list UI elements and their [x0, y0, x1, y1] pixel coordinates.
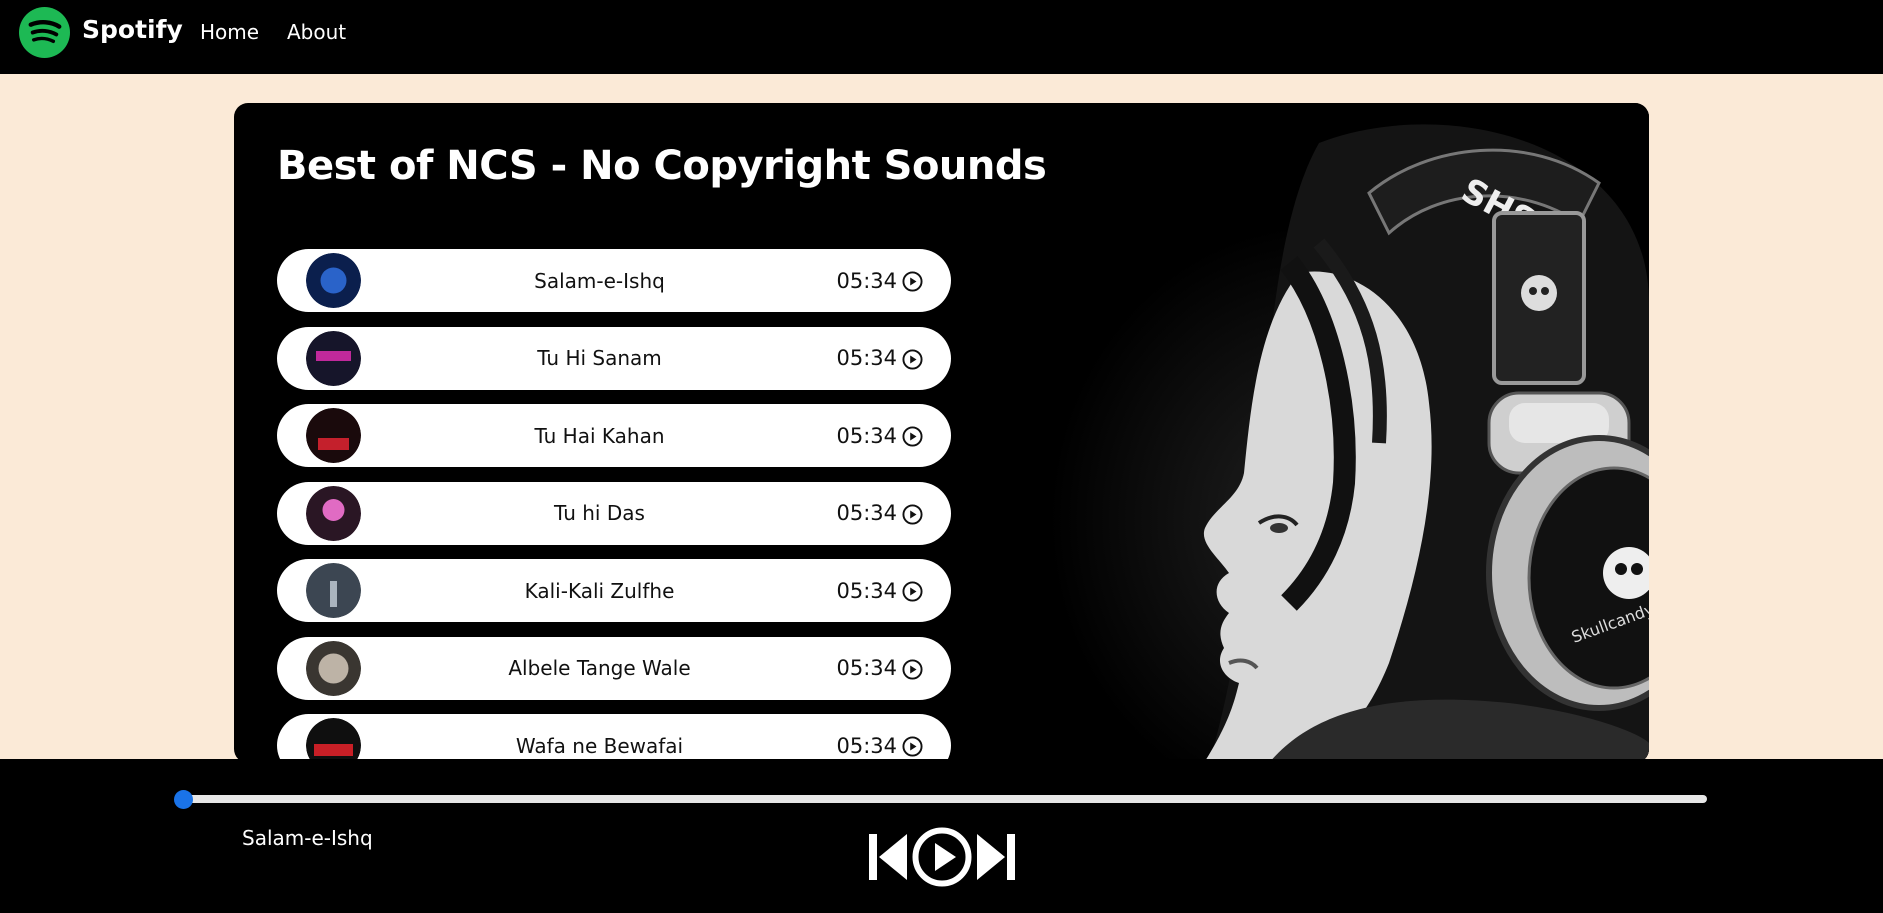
- progress-slider-thumb[interactable]: [174, 790, 193, 809]
- song-duration: 05:34: [836, 578, 897, 603]
- song-item[interactable]: Salam-e-Ishq 05:34: [277, 249, 951, 312]
- current-song-name: Salam-e-Ishq: [242, 826, 373, 850]
- song-duration: 05:34: [836, 346, 897, 370]
- song-name: Tu Hai Kahan: [534, 423, 665, 448]
- song-name: Wafa ne Bewafai: [515, 733, 684, 758]
- song-cover-image: [306, 330, 361, 386]
- song-duration: 05:34: [836, 268, 897, 293]
- song-name: Salam-e-Ishq: [534, 268, 665, 293]
- song-cover-image: [306, 408, 361, 463]
- play-circle-icon[interactable]: [902, 348, 923, 370]
- song-item[interactable]: Tu Hai Kahan 05:34: [277, 404, 951, 467]
- song-duration: 05:34: [836, 656, 897, 680]
- song-item[interactable]: Kali-Kali Zulfhe 05:34: [277, 559, 951, 622]
- song-cover-image: [306, 253, 361, 308]
- song-name: Albele Tange Wale: [508, 656, 691, 680]
- progress-track[interactable]: [183, 795, 1707, 803]
- song-duration: 05:34: [836, 501, 897, 525]
- song-duration: 05:34: [836, 733, 897, 758]
- song-cover-image: [306, 640, 361, 696]
- player-bar: Salam-e-Ishq: [0, 759, 1883, 913]
- song-cover-image: [306, 485, 361, 541]
- playlist-title: Best of NCS - No Copyright Sounds: [277, 143, 1047, 189]
- spotify-logo-icon[interactable]: [19, 7, 70, 58]
- song-name: Tu Hi Sanam: [537, 346, 662, 370]
- song-duration: 05:34: [836, 423, 897, 448]
- song-item[interactable]: Tu Hi Sanam 05:34: [277, 326, 951, 390]
- play-circle-icon[interactable]: [902, 736, 923, 757]
- previous-icon[interactable]: [867, 832, 909, 882]
- song-name: Tu hi Das: [554, 501, 645, 525]
- player-controls: [867, 826, 1017, 888]
- song-item[interactable]: Albele Tange Wale 05:34: [277, 636, 951, 700]
- play-circle-icon[interactable]: [902, 426, 923, 447]
- play-circle-icon[interactable]: [902, 658, 923, 680]
- song-cover-image: [306, 563, 361, 618]
- nav-link-home[interactable]: Home: [200, 20, 259, 44]
- play-icon[interactable]: [912, 826, 972, 888]
- song-name: Kali-Kali Zulfhe: [524, 578, 675, 603]
- headphones-artwork: SHS Skullcandy: [989, 103, 1649, 763]
- brand-name[interactable]: Spotify: [82, 15, 183, 44]
- play-circle-icon[interactable]: [902, 503, 923, 525]
- song-item[interactable]: Wafa ne Bewafai 05:34: [277, 714, 951, 763]
- navbar: Spotify Home About: [0, 0, 1883, 74]
- song-item[interactable]: Tu hi Das 05:34: [277, 481, 951, 545]
- song-cover-image: [306, 718, 361, 763]
- next-icon[interactable]: [975, 832, 1017, 882]
- nav-link-about[interactable]: About: [287, 20, 346, 44]
- song-list: Salam-e-Ishq 05:34 Tu Hi Sanam 05:34 Tu …: [277, 249, 951, 763]
- play-circle-icon[interactable]: [902, 581, 923, 602]
- play-circle-icon[interactable]: [902, 271, 923, 292]
- playlist-card: SHS Skullcandy Best of NCS - No Copyrigh…: [234, 103, 1649, 763]
